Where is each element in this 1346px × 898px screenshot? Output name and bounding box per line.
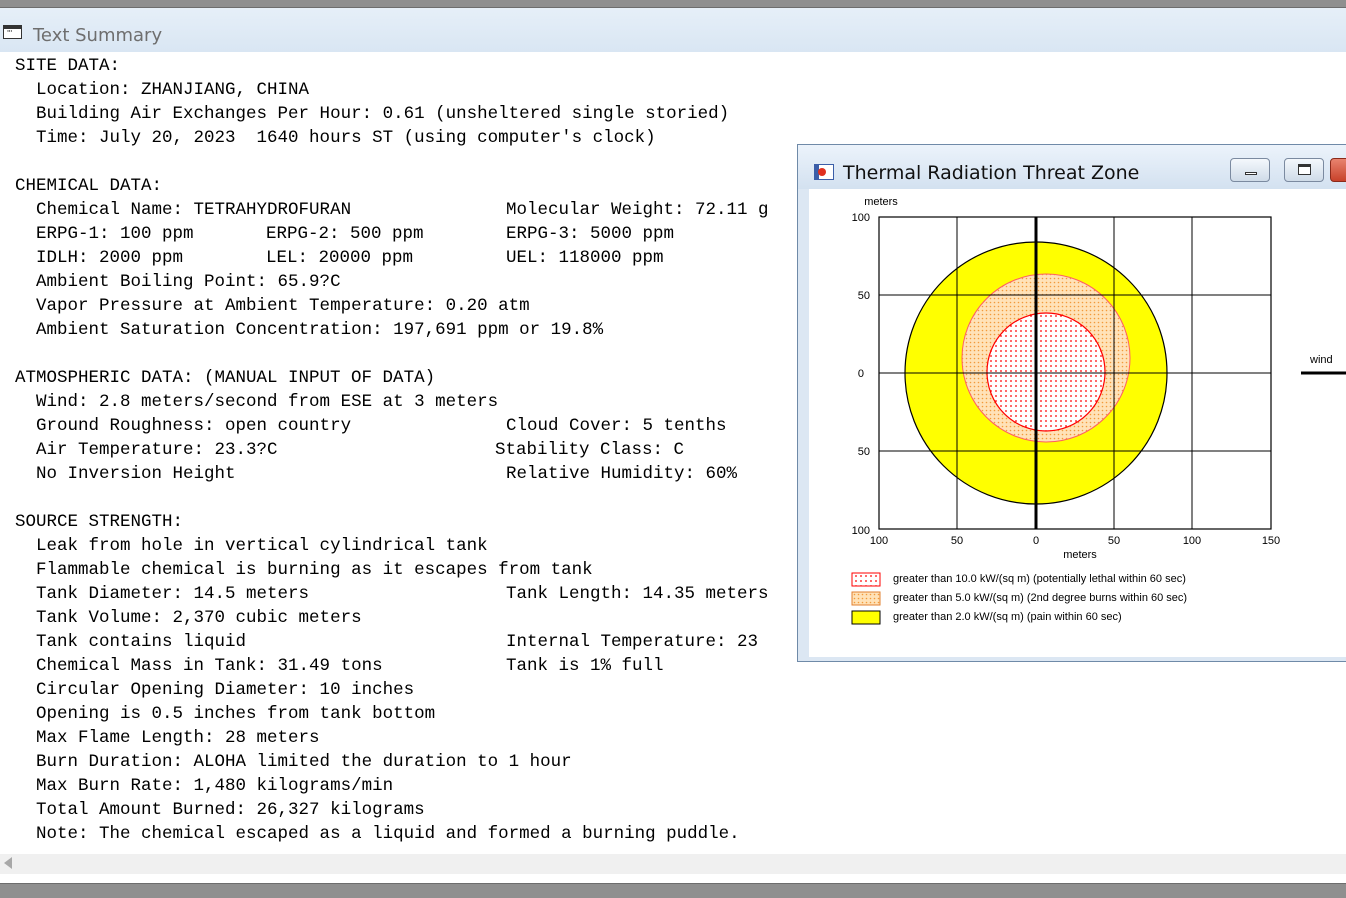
threat-zone-plot: meters 100 50 0 50 100 100 50 0 50 100 1… <box>851 196 1346 625</box>
legend-swatch-lethal <box>851 572 881 587</box>
window-title: Text Summary <box>33 25 163 46</box>
x-tick-label: 100 <box>870 535 888 547</box>
legend-label-lethal: greater than 10.0 kW/(sq m) (potentially… <box>893 573 1186 585</box>
threat-zone-plot-area: meters 100 50 0 50 100 100 50 0 50 100 1… <box>809 189 1346 657</box>
text-window-icon: "' <box>3 25 22 39</box>
y-unit-label: meters <box>864 196 898 208</box>
x-tick-label: 100 <box>1183 535 1201 547</box>
minimize-icon <box>1245 172 1257 175</box>
note-line: Note: The chemical escaped as a liquid a… <box>36 824 740 844</box>
zone-red <box>986 312 1106 432</box>
text-summary-titlebar[interactable]: "' Text Summary <box>0 8 1346 52</box>
opening-diameter: Circular Opening Diameter: 10 inches <box>36 680 415 700</box>
y-tick-label: 100 <box>852 212 870 224</box>
x-tick-label: 50 <box>951 535 963 547</box>
threat-zone-title: Thermal Radiation Threat Zone <box>843 162 1140 184</box>
threat-zone-titlebar[interactable]: Thermal Radiation Threat Zone <box>798 145 1346 189</box>
x-tick-label: 150 <box>1262 535 1280 547</box>
site-air-exchanges: Building Air Exchanges Per Hour: 0.61 (u… <box>36 104 730 124</box>
threat-zone-app-icon <box>814 164 834 180</box>
bottom-strip <box>0 883 1346 898</box>
close-button[interactable] <box>1330 158 1346 182</box>
flame-length: Max Flame Length: 28 meters <box>36 728 320 748</box>
wind-label: wind <box>1309 354 1333 366</box>
y-tick-label: 0 <box>858 368 864 380</box>
scroll-left-arrow-icon[interactable] <box>4 857 12 869</box>
y-tick-label: 50 <box>858 446 870 458</box>
x-tick-label: 0 <box>1033 535 1039 547</box>
burn-duration: Burn Duration: ALOHA limited the duratio… <box>36 752 572 772</box>
legend-swatch-pain <box>851 610 881 625</box>
x-tick-label: 50 <box>1108 535 1120 547</box>
x-unit-label: meters <box>1063 549 1097 561</box>
minimize-button[interactable] <box>1230 158 1270 182</box>
site-header: SITE DATA: <box>15 56 121 76</box>
legend-label-burns: greater than 5.0 kW/(sq m) (2nd degree b… <box>893 592 1187 604</box>
maximize-button[interactable] <box>1284 158 1324 182</box>
horizontal-scrollbar[interactable] <box>0 854 1346 874</box>
legend-label-pain: greater than 2.0 kW/(sq m) (pain within … <box>893 611 1122 623</box>
total-burned: Total Amount Burned: 26,327 kilograms <box>36 800 425 820</box>
y-tick-label: 100 <box>852 525 870 537</box>
top-strip <box>0 0 1346 7</box>
legend-swatch-burns <box>851 591 881 606</box>
threat-zone-window: Thermal Radiation Threat Zone meters 100… <box>797 144 1346 662</box>
opening-position: Opening is 0.5 inches from tank bottom <box>36 704 436 724</box>
site-location: Location: ZHANJIANG, CHINA <box>36 80 310 100</box>
y-tick-label: 50 <box>858 290 870 302</box>
maximize-icon <box>1298 164 1311 175</box>
burn-rate: Max Burn Rate: 1,480 kilograms/min <box>36 776 394 796</box>
